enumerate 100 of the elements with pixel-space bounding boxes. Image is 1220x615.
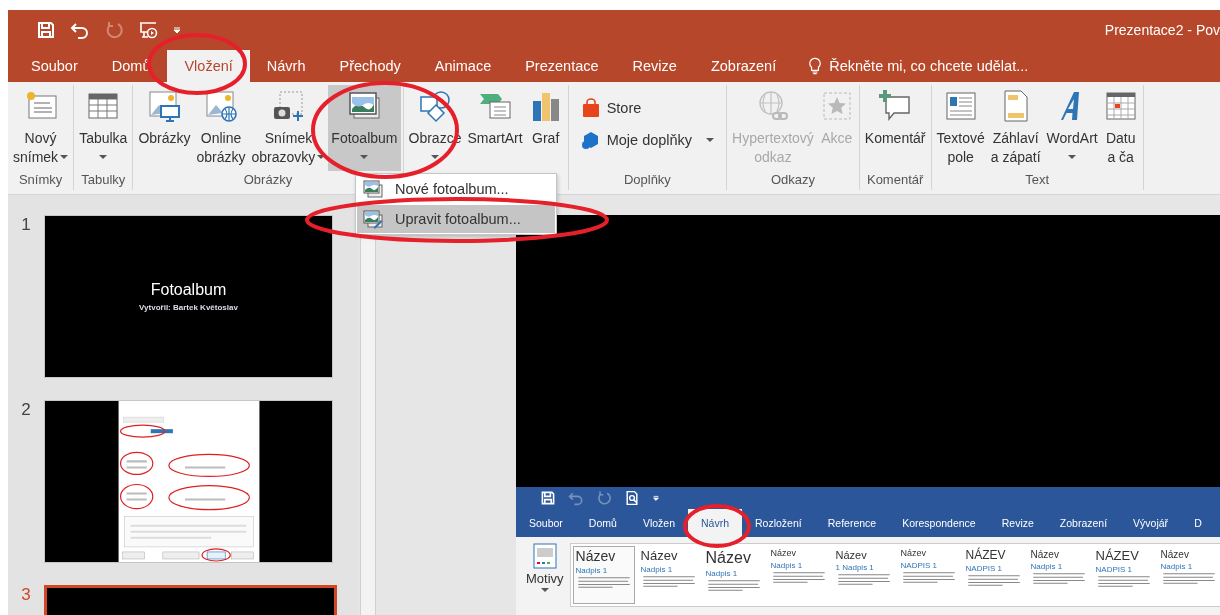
ribbon-tab[interactable]: Animace: [417, 50, 509, 82]
ribbon-button[interactable]: Fotoalbum: [328, 85, 401, 171]
caret-icon: [1068, 155, 1077, 160]
ribbon-button[interactable]: Záhlaví a zápatí: [987, 85, 1044, 171]
word-tab[interactable]: Korespondence: [889, 509, 989, 537]
theme-heading: Nadpis 1: [575, 566, 609, 576]
slide-number: 2: [20, 400, 32, 420]
menu-item[interactable]: Upravit fotoalbum...: [357, 205, 555, 233]
theme-thumbnail[interactable]: Název NADPIS 1: [897, 546, 960, 604]
theme-thumbnail[interactable]: Název Nadpis 1: [1027, 546, 1090, 604]
theme-heading: Nadpis 1: [1030, 562, 1064, 571]
save-icon[interactable]: [36, 20, 56, 40]
ribbon-button[interactable]: Tabulka: [76, 85, 131, 171]
ribbon-tab[interactable]: Zobrazení: [693, 50, 794, 82]
group-label: Tabulky: [81, 172, 126, 187]
window-title: Prezentace2 - Pov: [1104, 22, 1220, 38]
theme-title: Název: [1160, 549, 1190, 560]
theme-heading: Nadpis 1: [705, 568, 739, 578]
theme-title: Název: [770, 549, 798, 559]
group-label: Obrázky: [243, 172, 293, 187]
theme-heading: Nadpis 1: [1160, 562, 1194, 571]
ribbon-tab[interactable]: Vložení: [167, 50, 250, 82]
print-preview-icon[interactable]: [624, 490, 640, 506]
caret-icon: [360, 155, 369, 160]
word-tab[interactable]: Revize: [988, 509, 1047, 537]
themes-icon: [532, 543, 557, 569]
word-tab[interactable]: Reference: [814, 509, 890, 537]
theme-title: Název: [1030, 549, 1060, 560]
ribbon-button[interactable]: Snímek obrazovky: [248, 85, 329, 171]
menu-item[interactable]: Nové fotoalbum...: [357, 175, 555, 203]
ribbon-button[interactable]: Komentář: [861, 85, 929, 171]
ribbon-tab[interactable]: Revize: [615, 50, 694, 82]
ribbon-button[interactable]: Datu a ča: [1100, 85, 1141, 171]
caret-icon: [317, 155, 326, 160]
caret-icon: [540, 588, 549, 593]
customize-icon[interactable]: [172, 25, 182, 35]
ribbon-button[interactable]: Nový snímek: [10, 85, 72, 171]
text-lines-drawing: [900, 570, 957, 583]
slide-subtitle: Vytvořil: Bartek Květoslav: [139, 303, 238, 312]
ribbon-tab[interactable]: Návrh: [249, 50, 323, 82]
undo-icon[interactable]: [70, 20, 90, 40]
lightbulb-icon: [809, 57, 822, 75]
photo-album-icon: [363, 179, 383, 199]
group-label: Doplňky: [623, 172, 671, 187]
ribbon-button[interactable]: Online obrázky: [193, 85, 249, 171]
theme-heading: NADPIS 1: [900, 560, 939, 570]
ribbon-button[interactable]: Moje doplňky: [576, 127, 719, 153]
theme-thumbnail[interactable]: Název Nadpis 1: [767, 546, 830, 604]
ribbon-button[interactable]: Store: [576, 95, 646, 121]
ribbon-tab[interactable]: Přechody: [322, 50, 418, 82]
ribbon-tab[interactable]: Soubor: [14, 50, 95, 82]
word-tab[interactable]: D: [1181, 509, 1215, 537]
theme-title: Název: [705, 549, 752, 567]
word-tab[interactable]: Soubor: [516, 509, 576, 537]
theme-heading: NADPIS 1: [965, 564, 1004, 574]
theme-thumbnail[interactable]: Název Nadpis 1: [702, 546, 765, 604]
calendar-icon: [1103, 89, 1138, 123]
slide-number: 3: [20, 585, 32, 605]
shapes-icon: [417, 89, 452, 123]
caret-icon: [430, 155, 439, 160]
ribbon-button[interactable]: SmartArt: [464, 85, 526, 171]
addins-icon: [580, 130, 601, 150]
word-tab[interactable]: Vývojář: [1120, 509, 1182, 537]
word-tab[interactable]: Návrh: [688, 509, 742, 537]
theme-thumbnail[interactable]: NÁZEV NADPIS 1: [1092, 546, 1155, 604]
text-box-icon: [943, 89, 978, 123]
slide-thumbnail[interactable]: [44, 400, 333, 563]
themes-button[interactable]: Motivy: [524, 543, 566, 593]
ribbon-button[interactable]: Textové pole: [933, 85, 988, 171]
word-tab[interactable]: Vložen: [629, 509, 688, 537]
group-label: Text: [1025, 172, 1049, 187]
word-tab[interactable]: Rozložení: [742, 509, 815, 537]
text-lines-drawing: [965, 574, 1022, 587]
save-icon[interactable]: [540, 490, 556, 506]
text-lines-drawing: [835, 573, 892, 586]
theme-thumbnail[interactable]: Název Nadpis 1: [637, 546, 700, 604]
group-label: Odkazy: [770, 172, 815, 187]
ribbon-button[interactable]: Obrázky: [135, 85, 194, 171]
presentation-icon[interactable]: [138, 20, 158, 40]
theme-title: Název: [575, 549, 617, 565]
ribbon-button[interactable]: WordArt: [1043, 85, 1101, 171]
customize-icon[interactable]: [652, 494, 660, 502]
theme-thumbnail[interactable]: NÁZEV NADPIS 1: [962, 546, 1025, 604]
camera-icon: [271, 89, 306, 123]
slide-number: 1: [20, 215, 32, 235]
slide-title: Fotoalbum: [150, 281, 227, 299]
text-lines-drawing: [1160, 572, 1217, 584]
theme-title: Název: [640, 549, 679, 564]
word-tab[interactable]: Zobrazení: [1046, 509, 1121, 537]
theme-thumbnail[interactable]: Název Nadpis 1: [572, 546, 635, 604]
theme-thumbnail[interactable]: Název Nadpis 1: [1157, 546, 1220, 604]
tell-me-field[interactable]: Řekněte mi, co chcete udělat...: [809, 50, 1072, 82]
theme-thumbnail[interactable]: Název 1 Nadpis 1: [832, 546, 895, 604]
ribbon-tab[interactable]: Prezentace: [508, 50, 616, 82]
ribbon-button[interactable]: Graf: [525, 85, 566, 171]
text-lines-drawing: [1095, 575, 1152, 588]
text-lines-drawing: [1030, 572, 1087, 584]
word-tab[interactable]: Domů: [575, 509, 630, 537]
theme-title: Název: [835, 549, 868, 562]
slide-thumbnail[interactable]: Fotoalbum Vytvořil: Bartek Květoslav: [44, 215, 333, 378]
